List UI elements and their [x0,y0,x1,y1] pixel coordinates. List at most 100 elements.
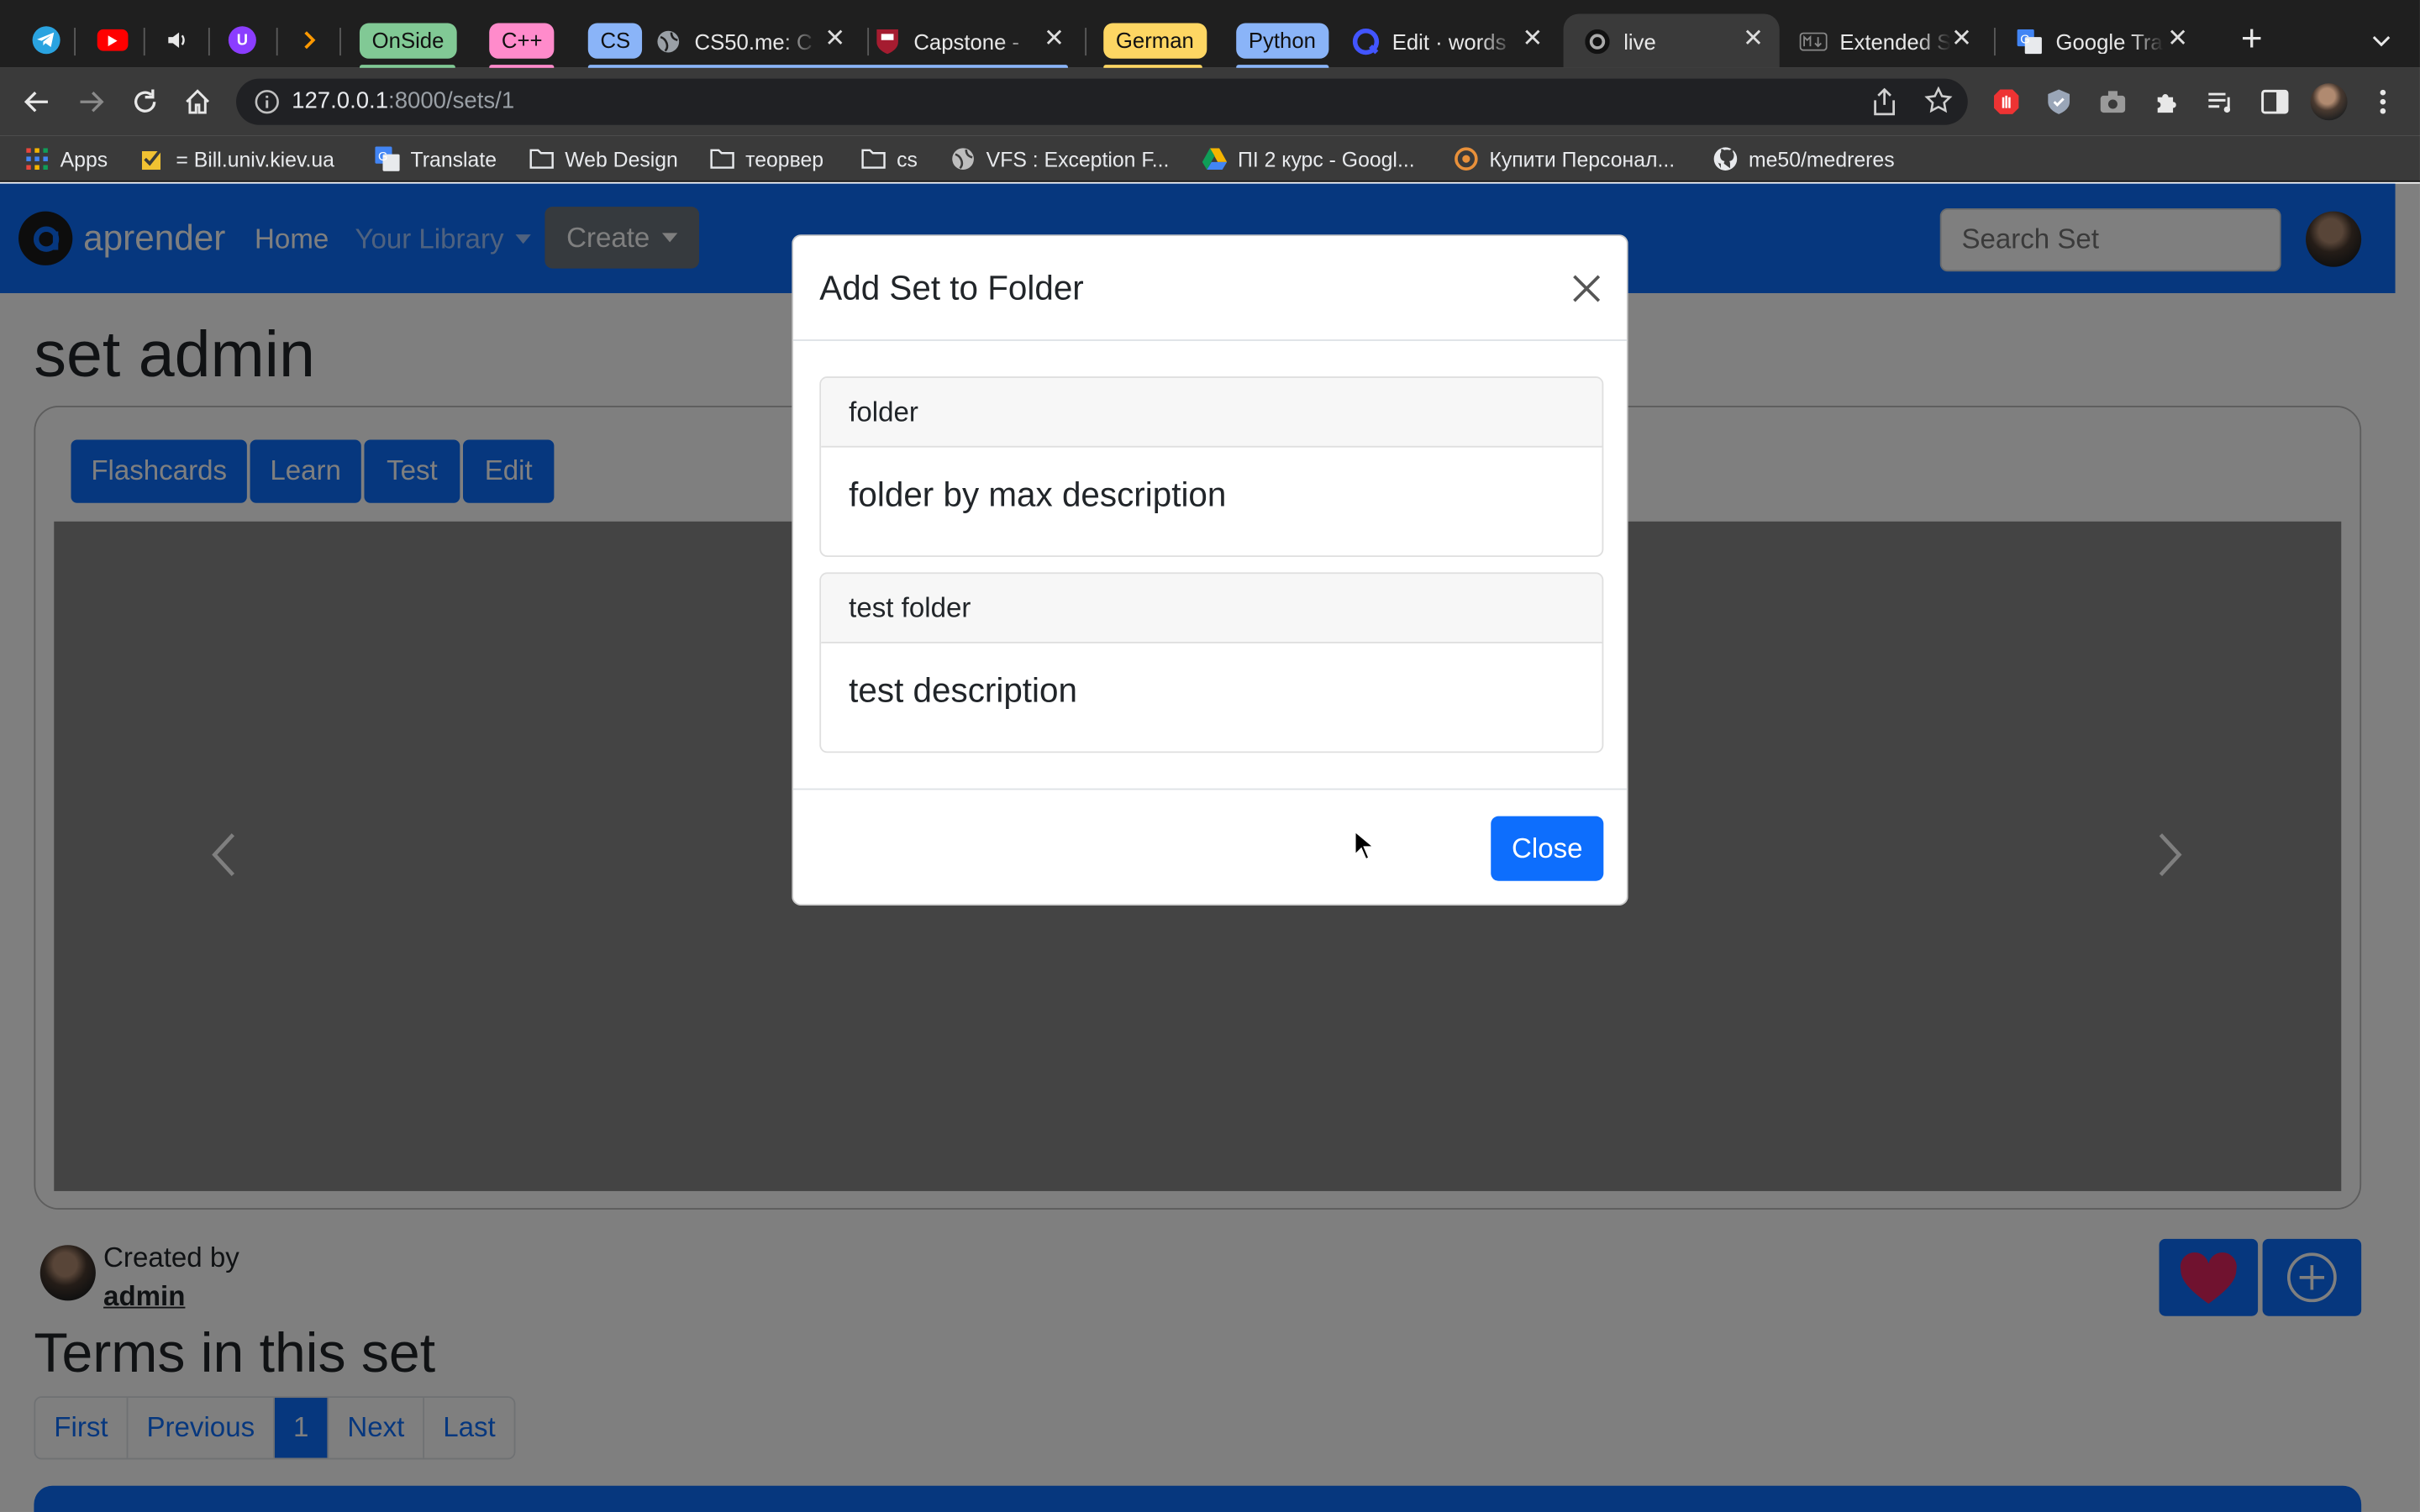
profile-avatar[interactable] [2310,83,2348,121]
shield-extension-icon[interactable] [2042,85,2075,118]
bookmarks-bar: Apps = Bill.univ.kiev.ua G Translate Web… [0,135,2420,182]
tab-google-translate[interactable]: G Google Tran ✕ [2016,14,2204,68]
bookmark-folder-web-design[interactable]: Web Design [529,144,678,175]
bookmark-folder-cs[interactable]: cs [861,144,918,175]
bookmark-star-icon[interactable] [1924,86,1953,114]
bookmark-label: Translate [410,147,497,171]
folder-icon [529,146,554,171]
globe-icon [655,27,682,55]
quizlet-icon [1352,27,1380,55]
speaker-icon[interactable] [166,26,193,54]
bookmark-bill[interactable]: = Bill.univ.kiev.ua [140,144,334,175]
bookmark-translate[interactable]: G Translate [375,144,497,175]
apps-grid-icon [24,146,49,171]
side-panel-icon[interactable] [2258,85,2291,118]
address-bar[interactable]: 127.0.0.1:8000/sets/1 [236,78,1968,125]
url-text[interactable]: 127.0.0.1:8000/sets/1 [292,88,514,114]
close-button[interactable]: Close [1491,816,1604,881]
folder-description: folder by max description [849,475,1227,514]
tab-separator [276,28,278,56]
bookmark-label: Купити Персонал... [1489,147,1676,171]
url-path: :8000/sets/1 [388,87,515,114]
site-info-icon[interactable] [255,90,279,114]
kebab-menu-icon[interactable] [2366,85,2400,118]
tab-extended[interactable]: Extended S ✕ [1799,14,1988,68]
tab-group-german[interactable]: German [1103,23,1207,59]
modal-title: Add Set to Folder [819,268,1084,307]
folder-card[interactable]: test folder test description [819,572,1604,753]
tab-group-onside[interactable]: OnSide [359,23,457,59]
aprender-icon [1583,27,1611,55]
tab-group-cs[interactable]: CS [587,23,643,59]
tab-live[interactable]: live ✕ [1563,13,1780,68]
google-translate-icon: G [2016,27,2044,55]
amazon-icon[interactable] [297,26,325,54]
tab-quizlet-edit[interactable]: Edit · words ✕ [1352,14,1559,68]
share-icon[interactable] [1872,87,1897,116]
tab-separator [1994,28,1996,56]
google-translate-icon: G [375,146,400,171]
close-tab-icon[interactable]: ✕ [2164,26,2191,54]
adblock-extension-icon[interactable] [1990,85,2023,118]
shop-icon [1454,146,1478,171]
tab-group-cpp[interactable]: C++ [489,23,555,59]
markdown-icon [1799,27,1828,55]
bookmark-label: cs [897,147,918,171]
mouse-cursor-icon [1354,830,1376,861]
bookmark-vfs[interactable]: VFS : Exception F... [950,144,1169,175]
home-icon[interactable] [179,83,216,120]
bookmark-google-drive[interactable]: ПІ 2 курс - Googl... [1202,144,1415,175]
close-icon[interactable] [1568,270,1605,307]
bookmark-label: me50/medreres [1748,147,1895,171]
tab-title: Edit · words [1392,28,1507,54]
bookmark-label: ПІ 2 курс - Googl... [1238,147,1415,171]
telegram-icon[interactable] [32,26,60,55]
tab-cs50[interactable]: CS50.me: C ✕ [655,14,861,68]
close-tab-icon[interactable]: ✕ [821,26,849,54]
github-icon [1713,146,1738,171]
bookmark-label: VFS : Exception F... [986,147,1170,171]
tab-title: Capstone - [913,28,1020,54]
tab-separator [1085,28,1087,56]
webpage: aprender Home Your Library Create set ad… [0,183,2420,1512]
tab-separator [867,28,870,56]
reload-icon[interactable] [127,83,164,120]
tab-title: CS50.me: C [694,28,813,54]
folder-card[interactable]: folder folder by max description [819,376,1604,558]
u-extension-icon[interactable]: U [228,26,256,55]
modal-footer-divider [793,788,1627,790]
tab-separator [143,28,145,56]
harvard-shield-icon [874,27,902,55]
tab-separator [208,28,210,56]
folder-description: test description [849,670,1077,710]
bookmark-label: Apps [60,147,108,171]
close-tab-icon[interactable]: ✕ [1739,26,1767,54]
new-tab-icon[interactable]: + [2235,21,2269,58]
bookmark-label: теорвер [745,147,824,171]
puzzle-extensions-icon[interactable] [2150,85,2184,118]
add-to-folder-modal: Add Set to Folder folder folder by max d… [792,234,1628,906]
close-tab-icon[interactable]: ✕ [1948,26,1975,54]
bookmark-apps[interactable]: Apps [24,144,108,175]
tab-group-python[interactable]: Python [1236,23,1328,59]
tab-search-chevron-icon[interactable] [2369,28,2393,52]
tab-capstone[interactable]: Capstone - ✕ [874,14,1081,68]
checkbox-icon [140,146,165,171]
modal-header-divider [793,339,1627,341]
tab-title: Google Tran [2055,28,2165,54]
camera-extension-icon[interactable] [2096,85,2129,118]
forward-arrow-icon[interactable] [72,83,109,120]
close-tab-icon[interactable]: ✕ [1518,26,1546,54]
youtube-icon[interactable] [97,29,129,51]
url-host: 127.0.0.1 [292,87,389,114]
bookmark-label: = Bill.univ.kiev.ua [176,147,334,171]
bookmark-shop[interactable]: Купити Персонал... [1454,144,1675,175]
bookmark-folder-teorver[interactable]: теорвер [710,144,823,175]
folder-name: folder [821,377,1602,448]
close-tab-icon[interactable]: ✕ [1040,26,1068,54]
folder-icon [861,146,886,171]
tab-title: live [1623,28,1656,54]
bookmark-github[interactable]: me50/medreres [1713,144,1895,175]
back-arrow-icon[interactable] [18,83,55,120]
media-queue-icon[interactable] [2204,85,2238,118]
